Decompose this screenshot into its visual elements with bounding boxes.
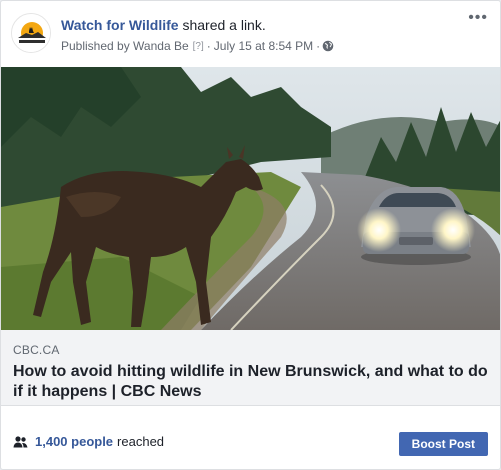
- post-footer: 1,400 people reached Boost Post: [1, 406, 500, 469]
- boost-post-button[interactable]: Boost Post: [398, 432, 488, 456]
- meta-separator-2: ·: [316, 39, 321, 53]
- more-options-icon[interactable]: •••: [468, 10, 488, 26]
- people-icon: [13, 435, 28, 448]
- link-preview-text[interactable]: CBC.CA How to avoid hitting wildlife in …: [1, 330, 500, 406]
- globe-icon[interactable]: [322, 40, 334, 52]
- watch-for-wildlife-logo: [12, 14, 50, 52]
- post-card: Watch for Wildlife shared a link. Publis…: [0, 0, 501, 470]
- reach-label: reached: [117, 434, 165, 449]
- post-meta: Published by Wanda Be [?] · July 15 at 8…: [61, 39, 334, 53]
- page-avatar[interactable]: [11, 13, 51, 53]
- page-name-link[interactable]: Watch for Wildlife: [61, 17, 179, 33]
- reach-count-link[interactable]: 1,400 people: [35, 434, 113, 449]
- link-preview-image[interactable]: [1, 67, 500, 330]
- post-header: Watch for Wildlife shared a link. Publis…: [1, 1, 500, 67]
- reach-summary: 1,400 people reached: [13, 434, 164, 449]
- post-action-text: shared a link.: [182, 17, 266, 33]
- post-timestamp[interactable]: July 15 at 8:54 PM: [214, 39, 313, 53]
- link-title[interactable]: How to avoid hitting wildlife in New Bru…: [13, 362, 491, 402]
- link-domain: CBC.CA: [13, 343, 60, 357]
- published-by-text: Published by Wanda Be: [61, 39, 189, 53]
- post-author-line: Watch for Wildlife shared a link.: [61, 17, 266, 33]
- help-marker[interactable]: [?]: [193, 41, 204, 52]
- meta-separator: ·: [206, 39, 211, 53]
